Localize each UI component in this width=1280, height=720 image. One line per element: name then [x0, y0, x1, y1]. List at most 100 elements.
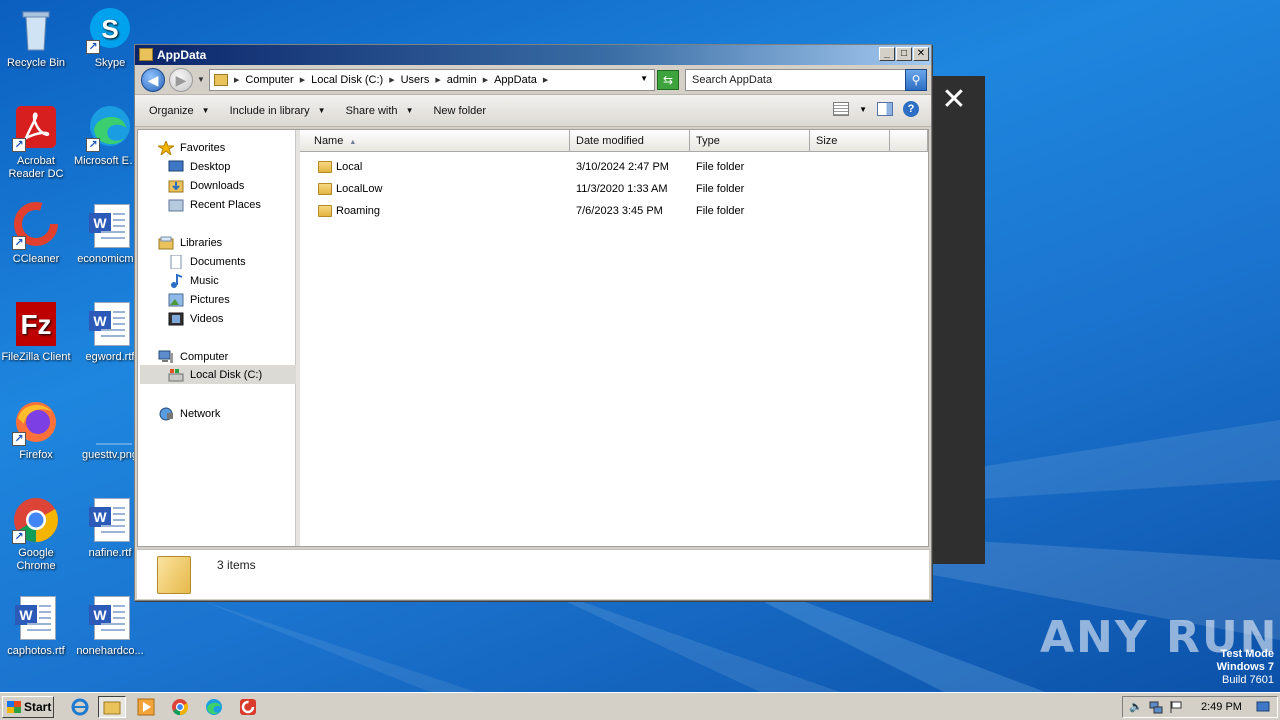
chevron-icon[interactable]: ▶ — [389, 76, 394, 84]
chevron-icon[interactable]: ▶ — [435, 76, 440, 84]
nav-network[interactable]: Network — [158, 404, 220, 423]
item-count: 3 items — [217, 558, 256, 572]
organize-button[interactable]: Organize ▼ — [149, 105, 210, 117]
column-header-type[interactable]: Type — [690, 130, 810, 152]
nav-videos[interactable]: Videos — [168, 309, 223, 328]
address-dropdown[interactable]: ▼ — [640, 74, 648, 83]
nav-music[interactable]: Music — [168, 271, 219, 290]
chevron-icon[interactable]: ▶ — [543, 76, 548, 84]
chevron-icon[interactable]: ▶ — [234, 76, 239, 84]
nav-local-disk[interactable]: Local Disk (C:) — [140, 365, 296, 384]
search-button[interactable]: ⚲ — [905, 69, 927, 91]
desktop-icon-filezilla[interactable]: Fz FileZilla Client — [0, 300, 72, 364]
desktop-icon-acrobat[interactable]: ↗ Acrobat Reader DC — [0, 104, 72, 181]
nav-label: Videos — [190, 312, 224, 325]
taskbar-media-player[interactable] — [132, 696, 160, 718]
file-row[interactable]: Roaming 7/6/2023 3:45 PM File folder — [300, 200, 928, 222]
view-options-icon[interactable] — [833, 102, 850, 116]
nav-documents[interactable]: Documents — [168, 252, 246, 271]
word-doc-icon: W — [86, 202, 134, 250]
nav-desktop[interactable]: Desktop — [168, 157, 230, 176]
chrome-icon: ↗ — [12, 496, 60, 544]
forward-button[interactable]: ▶ — [169, 68, 193, 92]
breadcrumb-users[interactable]: Users — [401, 74, 430, 86]
show-desktop-icon[interactable] — [1256, 700, 1270, 714]
nav-computer[interactable]: Computer — [158, 347, 228, 366]
music-icon — [171, 273, 183, 288]
title-bar[interactable]: AppData _ □ ✕ — [135, 45, 931, 65]
internet-explorer-icon — [71, 698, 89, 716]
new-folder-button[interactable]: New folder — [433, 105, 486, 117]
folder-icon — [318, 205, 332, 217]
breadcrumb-appdata[interactable]: AppData — [494, 74, 537, 86]
desktop-icon-label: CCleaner — [12, 253, 60, 265]
desktop-icon-firefox[interactable]: ↗ Firefox — [0, 398, 72, 462]
back-button[interactable]: ◀ — [141, 68, 165, 92]
volume-icon[interactable]: 🔈 — [1129, 700, 1143, 714]
filezilla-icon: Fz — [12, 300, 60, 348]
desktop-icon-label: Firefox — [19, 449, 53, 461]
desktop-icon — [168, 160, 184, 171]
share-with-button[interactable]: Share with ▼ — [346, 105, 414, 117]
column-header-blank — [890, 130, 928, 152]
clock[interactable]: 2:49 PM — [1201, 701, 1242, 713]
taskbar-edge[interactable] — [200, 696, 228, 718]
file-type: File folder — [696, 161, 745, 173]
taskbar-explorer[interactable] — [98, 696, 126, 718]
refresh-button[interactable]: ⇆ — [657, 70, 679, 90]
folder-icon — [157, 556, 191, 594]
search-input[interactable]: Search AppData — [685, 69, 907, 91]
svg-text:S: S — [101, 14, 118, 44]
action-center-flag-icon[interactable] — [1169, 700, 1183, 714]
overlay-close-button[interactable]: ✕ — [938, 84, 970, 116]
file-row[interactable]: LocalLow 11/3/2020 1:33 AM File folder — [300, 178, 928, 200]
file-list: Name ▲ Date modified Type Size Local 3/10… — [300, 130, 928, 546]
breadcrumb-computer[interactable]: Computer — [245, 74, 293, 86]
new-folder-label: New folder — [433, 104, 487, 117]
sort-up-icon: ▲ — [349, 139, 357, 146]
breadcrumb-local-disk[interactable]: Local Disk (C:) — [311, 74, 383, 86]
column-header-name[interactable]: Name ▲ — [300, 130, 570, 152]
nav-recent-places[interactable]: Recent Places — [168, 195, 261, 214]
desktop-icon-caphotos[interactable]: W caphotos.rtf — [0, 594, 72, 658]
system-info: Test Mode Windows 7 Build 7601 — [1217, 648, 1274, 687]
chevron-icon[interactable]: ▶ — [483, 76, 488, 84]
nav-libraries[interactable]: Libraries — [158, 233, 222, 252]
nav-label: Favorites — [180, 141, 226, 154]
desktop-icon-recycle-bin[interactable]: Recycle Bin — [0, 6, 72, 70]
file-name: Roaming — [336, 205, 381, 217]
breadcrumb: ▶ Computer ▶ Local Disk (C:) ▶ Users ▶ a… — [234, 74, 554, 86]
taskbar-ccleaner[interactable] — [234, 696, 262, 718]
nav-label: Network — [180, 407, 221, 420]
folder-icon — [139, 48, 153, 61]
desktop-icon-nonehardco[interactable]: W nonehardco... — [74, 594, 146, 658]
recent-pages-dropdown[interactable]: ▼ — [197, 75, 205, 84]
taskbar-chrome[interactable] — [166, 696, 194, 718]
desktop-icon-ccleaner[interactable]: ↗ CCleaner — [0, 202, 72, 266]
start-label: Start — [24, 700, 52, 714]
preview-pane-icon[interactable] — [877, 102, 893, 116]
include-in-library-button[interactable]: Include in library ▼ — [230, 105, 326, 117]
breadcrumb-admin[interactable]: admin — [447, 74, 477, 86]
address-bar[interactable]: ▶ Computer ▶ Local Disk (C:) ▶ Users ▶ a… — [209, 69, 655, 91]
pictures-icon — [168, 293, 184, 306]
nav-label: Downloads — [190, 179, 245, 192]
navigation-pane: Favorites Desktop Downloads Recent Place… — [138, 130, 296, 546]
help-icon[interactable]: ? — [903, 101, 919, 117]
desktop-icon-chrome[interactable]: ↗ Google Chrome — [0, 496, 72, 573]
network-tray-icon[interactable] — [1149, 700, 1163, 714]
nav-favorites[interactable]: Favorites — [158, 138, 225, 157]
start-button[interactable]: Start — [2, 696, 54, 718]
close-button[interactable]: ✕ — [913, 47, 929, 61]
minimize-button[interactable]: _ — [879, 47, 895, 61]
chevron-icon[interactable]: ▶ — [300, 76, 305, 84]
maximize-button[interactable]: □ — [896, 47, 912, 61]
nav-pictures[interactable]: Pictures — [168, 290, 230, 309]
chevron-down-icon[interactable]: ▼ — [859, 105, 867, 114]
column-header-size[interactable]: Size — [810, 130, 890, 152]
file-row[interactable]: Local 3/10/2024 2:47 PM File folder — [300, 156, 928, 178]
column-header-date-modified[interactable]: Date modified — [570, 130, 690, 152]
nav-downloads[interactable]: Downloads — [168, 176, 244, 195]
desktop-icon-label: caphotos.rtf — [7, 645, 65, 657]
taskbar-internet-explorer[interactable] — [66, 696, 94, 718]
